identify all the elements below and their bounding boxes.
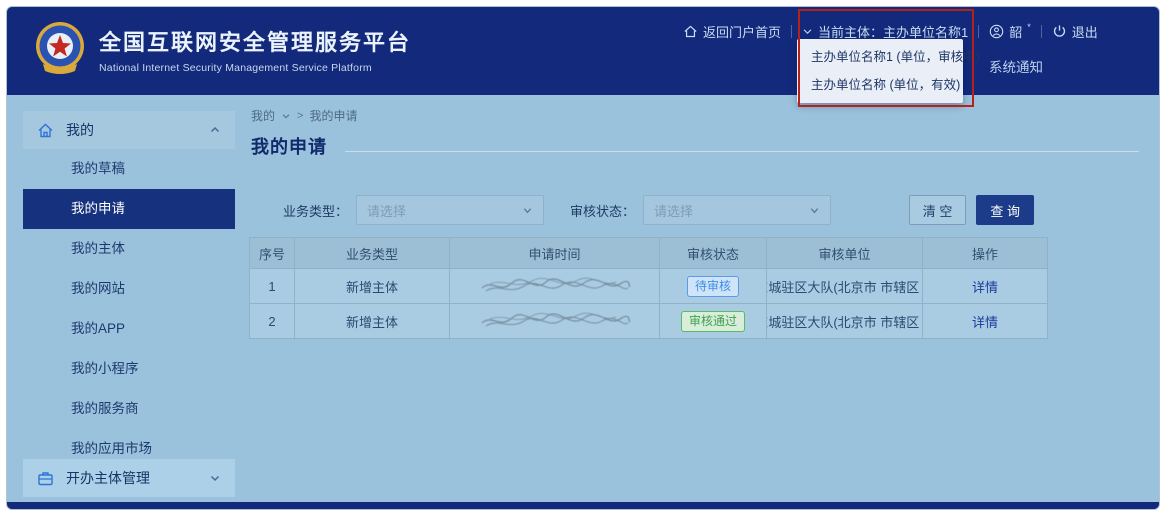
cell-apply-time (450, 304, 660, 338)
sidebar-group-org-label: 开办主体管理 (66, 468, 197, 488)
table-row: 2 新增主体 审核通过 东城驻区大队(北京市 市辖区 .. (250, 304, 1047, 339)
col-audit-status: 审核状态 (660, 238, 767, 268)
business-type-label: 业务类型： (283, 201, 348, 220)
sidebar-item[interactable]: 我的小程序 (23, 349, 235, 389)
business-type-select[interactable]: 请选择 (356, 195, 544, 225)
cell-apply-time (450, 269, 660, 303)
status-badge: 审核通过 (681, 311, 745, 332)
cell-action: 详情 (923, 269, 1047, 303)
cell-seq: 1 (250, 269, 295, 303)
filter-bar: 业务类型： 请选择 审核状态： 请选择 清 空 查 询 (249, 195, 1047, 225)
chevron-down-icon (522, 205, 533, 216)
sidebar-item[interactable]: 我的APP (23, 309, 235, 349)
clear-button[interactable]: 清 空 (909, 195, 967, 225)
sidebar-group-org[interactable]: 开办主体管理 (23, 459, 235, 497)
page-title: 我的申请 (251, 133, 327, 159)
applications-table: 序号 业务类型 申请时间 审核状态 审核单位 操作 1 新增主体 (249, 237, 1048, 339)
footer-strip (7, 502, 1159, 509)
cell-audit-unit: 东城驻区大队(北京市 市辖区 ... (767, 269, 923, 303)
sidebar-my-items: 我的草稿 我的申请 我的主体 我的网站 我的APP 我的小程序 我的服务商 我的… (23, 149, 235, 469)
col-business-type: 业务类型 (295, 238, 450, 268)
sidebar-item[interactable]: 我的草稿 (23, 149, 235, 189)
table-header-row: 序号 业务类型 申请时间 审核状态 审核单位 操作 (250, 238, 1047, 269)
business-type-placeholder: 请选择 (367, 201, 406, 220)
col-seq: 序号 (250, 238, 295, 268)
cell-business-type: 新增主体 (295, 304, 450, 338)
breadcrumb-level2[interactable]: 我的申请 (309, 107, 357, 124)
chevron-down-icon (281, 111, 291, 121)
audit-status-label: 审核状态： (570, 201, 635, 220)
redacted-scribble (476, 309, 634, 333)
subject-dropdown-item[interactable]: 主办单位名称1 (单位，审核中) (797, 43, 963, 71)
table-body: 1 新增主体 待审核 东城驻区大队(北京市 市辖区 ... (250, 269, 1047, 339)
home-icon (37, 122, 54, 139)
cell-seq: 2 (250, 304, 295, 338)
breadcrumb-level1[interactable]: 我的 (251, 107, 275, 124)
detail-link[interactable]: 详情 (972, 277, 998, 296)
col-apply-time: 申请时间 (450, 238, 660, 268)
chevron-down-icon (809, 205, 820, 216)
cell-business-type: 新增主体 (295, 269, 450, 303)
app-window: 全国互联网安全管理服务平台 National Internet Security… (6, 6, 1160, 510)
redacted-scribble (476, 274, 634, 298)
cell-action: 详情 (923, 304, 1047, 338)
cell-audit-status: 待审核 (660, 269, 767, 303)
sidebar-item[interactable]: 我的服务商 (23, 389, 235, 429)
briefcase-icon (37, 470, 54, 487)
sidebar-group-my-label: 我的 (66, 120, 197, 140)
chevron-up-icon (209, 124, 221, 136)
query-button[interactable]: 查 询 (976, 195, 1034, 225)
cell-audit-unit: 东城驻区大队(北京市 市辖区 ... (767, 304, 923, 338)
audit-status-placeholder: 请选择 (654, 201, 693, 220)
sidebar: 我的 我的草稿 我的申请 我的主体 我的网站 我的APP 我的小程序 我的服务商 (23, 103, 235, 501)
sidebar-item[interactable]: 我的申请 (23, 189, 235, 229)
detail-link[interactable]: 详情 (972, 312, 998, 331)
status-badge: 待审核 (687, 276, 739, 297)
subject-dropdown-item[interactable]: 主办单位名称 (单位，有效) (797, 71, 963, 99)
breadcrumb-separator: > (297, 110, 303, 122)
chevron-down-icon (209, 472, 221, 484)
table-row: 1 新增主体 待审核 东城驻区大队(北京市 市辖区 ... (250, 269, 1047, 304)
col-audit-unit: 审核单位 (767, 238, 923, 268)
breadcrumb: 我的 > 我的申请 (251, 107, 357, 124)
subject-dropdown: 主办单位名称1 (单位，审核中) 主办单位名称 (单位，有效) (797, 39, 963, 103)
col-action: 操作 (923, 238, 1047, 268)
sidebar-item[interactable]: 我的主体 (23, 229, 235, 269)
sidebar-item[interactable]: 我的网站 (23, 269, 235, 309)
police-badge-logo (33, 20, 87, 78)
cell-audit-status: 审核通过 (660, 304, 767, 338)
main-content: 我的 > 我的申请 我的申请 业务类型： 请选择 审核状态： 请选择 (249, 7, 1149, 509)
audit-status-select[interactable]: 请选择 (643, 195, 831, 225)
title-divider (345, 151, 1139, 152)
sidebar-group-my[interactable]: 我的 (23, 111, 235, 149)
